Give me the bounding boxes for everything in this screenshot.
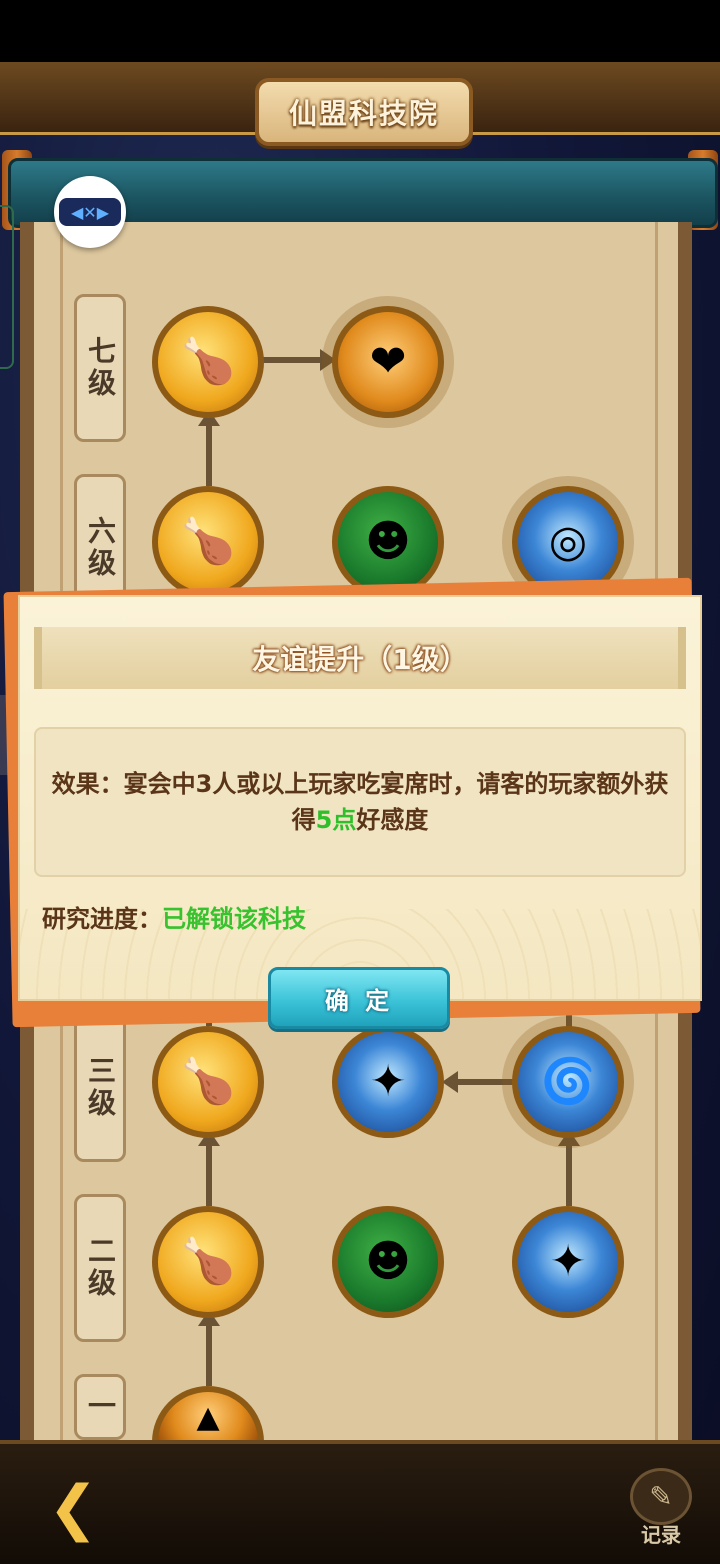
- green-crowd-icon: ☻: [365, 516, 411, 567]
- blue-splash-icon: ✦: [549, 1236, 587, 1287]
- blue-splash-icon: ✦: [369, 1056, 407, 1107]
- notepad-pen-icon: ✎: [630, 1468, 692, 1525]
- level-label: 七级: [84, 336, 117, 400]
- effect-text: 效果：宴会中3人或以上玩家吃宴席时，请客的玩家额外获得5点好感度: [46, 766, 674, 838]
- tech-node-green[interactable]: ☻: [332, 1206, 444, 1318]
- side-edge-tab[interactable]: [0, 205, 14, 369]
- effect-box: 效果：宴会中3人或以上玩家吃宴席时，请客的玩家额外获得5点好感度: [34, 727, 686, 877]
- title-plaque: 仙盟科技院: [255, 78, 473, 146]
- tech-node-feast[interactable]: 🍗: [152, 306, 264, 418]
- status-bar: [0, 0, 720, 62]
- level-label: 一: [84, 1391, 117, 1423]
- progress-label: 研究进度：: [42, 905, 162, 933]
- connector-arrow: [198, 410, 220, 486]
- record-button[interactable]: ✎ 记录: [626, 1468, 696, 1548]
- level-tab-3: 三级: [74, 1014, 126, 1162]
- connector-arrow: [198, 1310, 220, 1386]
- effect-suffix: 好感度: [356, 806, 429, 834]
- flame-icon: ▲: [196, 1400, 220, 1435]
- tech-node-splash[interactable]: ✦: [512, 1206, 624, 1318]
- level-label: 二级: [84, 1236, 117, 1300]
- discount-tag-icon: 🍗: [180, 516, 236, 567]
- progress-value: 已解锁该科技: [162, 905, 306, 933]
- level-label: 六级: [84, 516, 117, 580]
- blue-whirl-icon: ◎: [548, 516, 588, 567]
- popup-title: 友谊提升（1级）: [252, 643, 468, 676]
- tech-node-friendship[interactable]: ❤: [332, 306, 444, 418]
- heart-figure-icon: ❤: [369, 336, 407, 387]
- tech-detail-popup: 友谊提升（1级） 效果：宴会中3人或以上玩家吃宴席时，请客的玩家额外获得5点好感…: [18, 595, 702, 1001]
- rewind-forward-icon: ◀✕▶: [59, 198, 121, 226]
- level-tab-2: 二级: [74, 1194, 126, 1342]
- tech-node-discount[interactable]: 🍗: [152, 486, 264, 598]
- sword-whirl-icon: 🌀: [540, 1056, 596, 1107]
- record-label: 记录: [641, 1523, 681, 1547]
- confirm-label: 确 定: [324, 986, 394, 1015]
- back-arrow-icon[interactable]: ❮: [48, 1478, 98, 1538]
- connector-arrow: [558, 1130, 580, 1206]
- research-progress: 研究进度：已解锁该科技: [42, 899, 306, 934]
- discount-tag-icon: 🍗: [180, 1056, 236, 1107]
- roast-chicken-icon: 🍗: [180, 1236, 236, 1287]
- bottom-bar: [0, 1440, 720, 1564]
- page-title: 仙盟科技院: [288, 97, 439, 130]
- level-tab-1: 一: [74, 1374, 126, 1440]
- connector-arrow: [198, 1130, 220, 1206]
- tech-node-sword-whirl[interactable]: 🌀: [512, 1026, 624, 1138]
- green-crowd-icon: ☻: [365, 1236, 411, 1287]
- floating-overlay-button[interactable]: ◀✕▶: [54, 176, 126, 248]
- tech-node-green[interactable]: ☻: [332, 486, 444, 598]
- connector-arrow: [442, 1071, 516, 1093]
- tech-node-feast[interactable]: 🍗: [152, 1206, 264, 1318]
- tech-node-splash[interactable]: ✦: [332, 1026, 444, 1138]
- level-label: 三级: [84, 1056, 117, 1120]
- effect-highlight: 5点: [315, 806, 357, 834]
- roast-chicken-icon: 🍗: [180, 336, 236, 387]
- confirm-button[interactable]: 确 定: [268, 967, 450, 1029]
- popup-header: 友谊提升（1级）: [34, 627, 686, 689]
- connector-arrow: [262, 349, 336, 371]
- tech-node-discount[interactable]: 🍗: [152, 1026, 264, 1138]
- level-tab-7: 七级: [74, 294, 126, 442]
